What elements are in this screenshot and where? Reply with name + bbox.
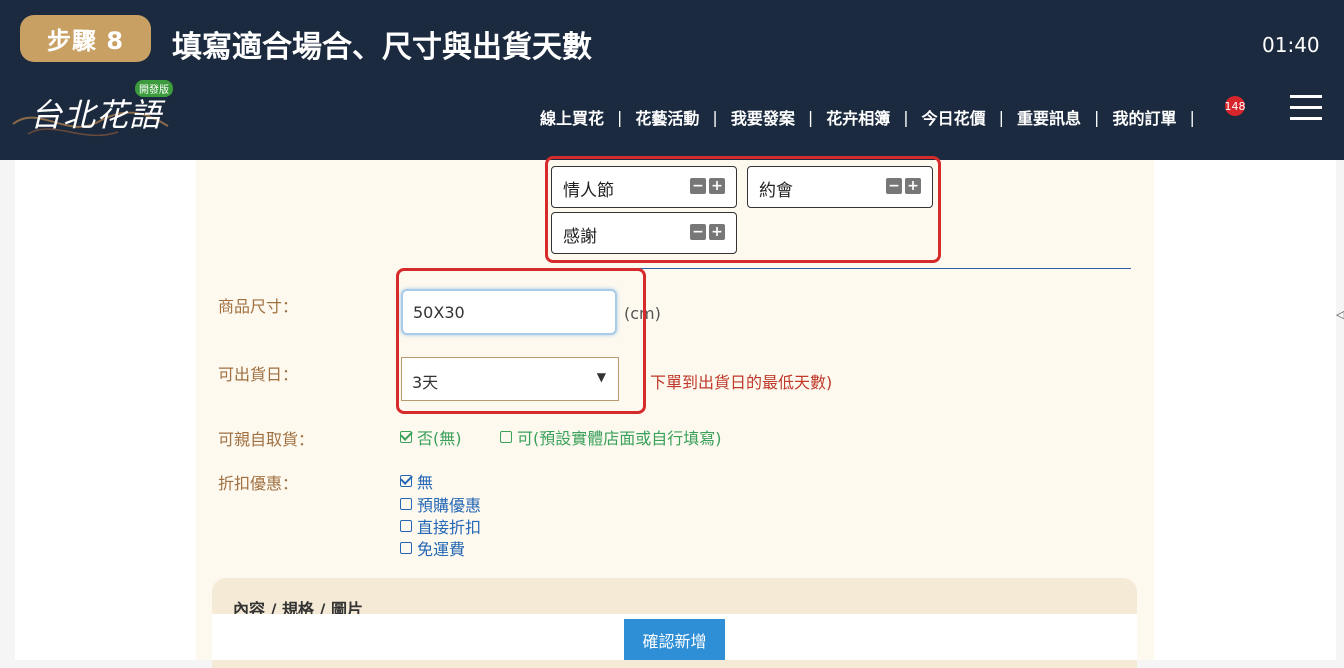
nav-separator: | (998, 107, 1005, 127)
step-badge: 步驟 8 (20, 15, 151, 62)
nav-buy-flowers[interactable]: 線上買花 (540, 105, 604, 129)
nav-post-job[interactable]: 我要發案 (731, 105, 795, 129)
nav-flower-album[interactable]: 花卉相簿 (826, 105, 890, 129)
nav-separator: | (807, 107, 814, 127)
discount-option-label: 無 (417, 473, 434, 492)
checkbox-checked-icon[interactable] (400, 431, 412, 443)
hamburger-menu-icon[interactable] (1290, 95, 1322, 121)
size-label: 商品尺寸： (218, 297, 299, 316)
nav-separator: | (903, 107, 909, 127)
discount-option-label: 直接折扣 (417, 518, 482, 537)
ship-days-label: 可出貨日： (218, 365, 299, 384)
pickup-option-yes[interactable]: 可(預設實體店面或自行填寫) (500, 425, 722, 449)
step-title: 填寫適合場合、尺寸與出貨天數 (172, 30, 592, 65)
pickup-option-no[interactable]: 否(無) (400, 425, 462, 449)
checkbox-icon[interactable] (400, 542, 412, 554)
confirm-add-button[interactable]: 確認新增 (624, 619, 725, 660)
nav-floral-events[interactable]: 花藝活動 (635, 105, 699, 129)
order-count-badge: 148 (1225, 96, 1246, 116)
checkbox-icon[interactable] (400, 498, 412, 510)
pickup-label: 可親自取貨： (218, 430, 315, 449)
ship-days-hint: 下單到出貨日的最低天數) (650, 373, 833, 392)
nav-today-prices[interactable]: 今日花價 (922, 105, 986, 129)
nav-separator: | (1094, 107, 1100, 127)
dev-version-badge: 開發版 (135, 80, 173, 97)
highlight-occasions (545, 156, 941, 263)
step-timer: 01:40 (1262, 33, 1320, 57)
highlight-size-ship (396, 268, 646, 414)
collapse-arrow-icon[interactable]: ◁ (1336, 308, 1344, 321)
nav-my-orders[interactable]: 我的訂單 (1112, 105, 1176, 129)
main-nav: 線上買花 | 花藝活動 | 我要發案 | 花卉相簿 | 今日花價 | 重要訊息 … (540, 105, 1208, 129)
checkbox-icon[interactable] (500, 431, 512, 443)
discount-option[interactable]: 直接折扣 (400, 514, 481, 538)
nav-separator: | (1189, 107, 1195, 127)
pickup-option-label: 否(無) (417, 429, 462, 448)
discount-option[interactable]: 免運費 (400, 536, 465, 560)
discount-label: 折扣優惠： (218, 474, 299, 493)
discount-option[interactable]: 預購優惠 (400, 492, 481, 516)
checkbox-icon[interactable] (400, 520, 412, 532)
nav-important-news[interactable]: 重要訊息 (1017, 105, 1081, 129)
discount-option-label: 預購優惠 (417, 496, 482, 515)
pickup-option-label: 可(預設實體店面或自行填寫) (517, 429, 722, 448)
nav-separator: | (712, 107, 718, 127)
discount-option[interactable]: 無 (400, 469, 433, 493)
nav-separator: | (617, 107, 623, 127)
checkbox-checked-icon[interactable] (400, 475, 412, 487)
discount-option-label: 免運費 (417, 540, 466, 559)
